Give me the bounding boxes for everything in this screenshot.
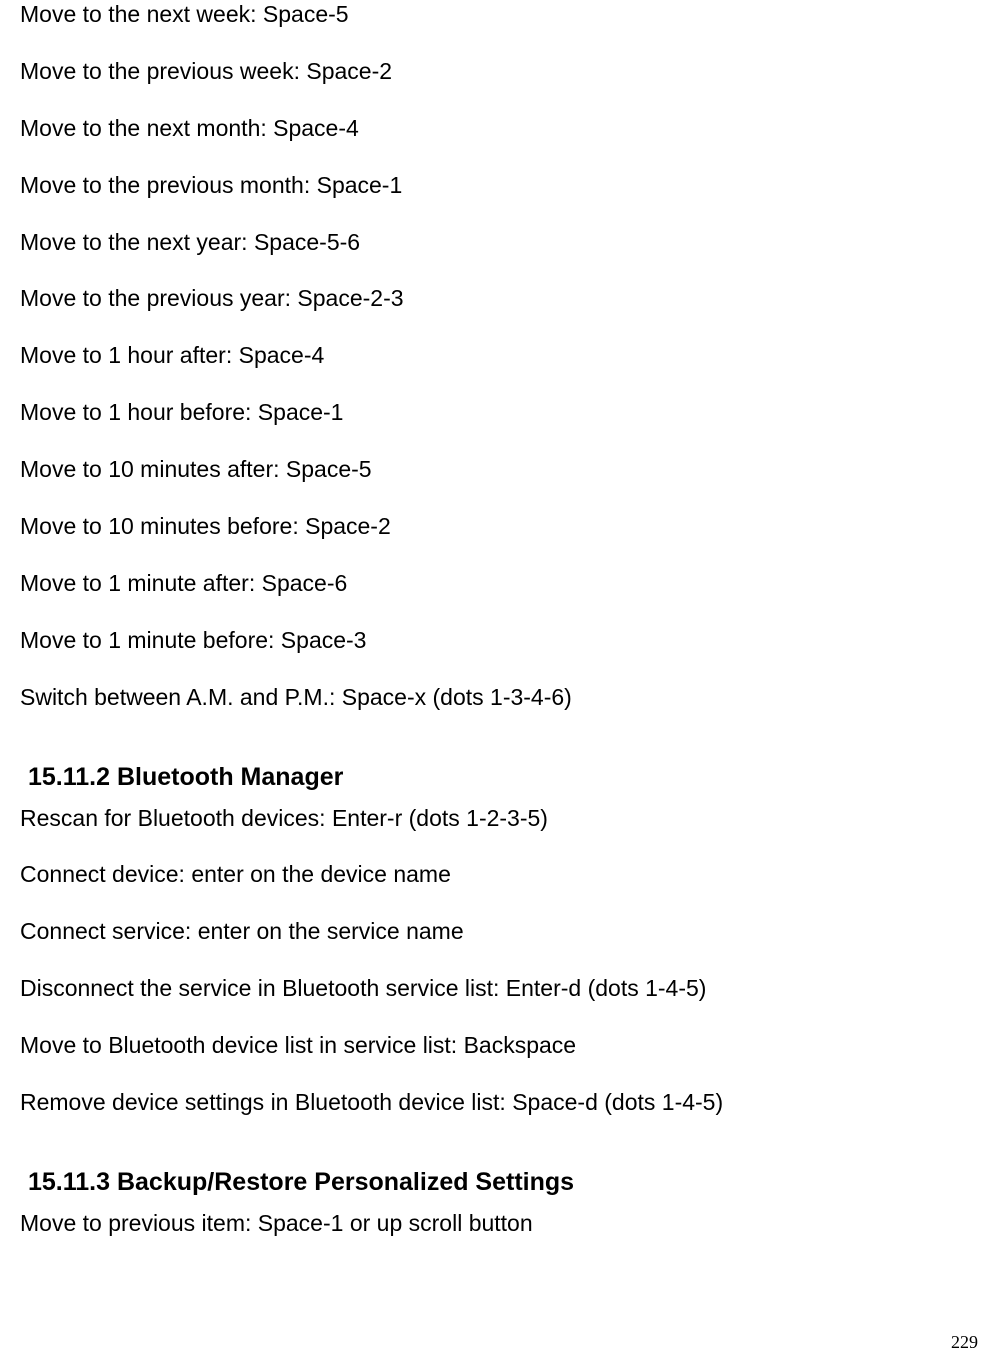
shortcut-line: Connect service: enter on the service na… <box>20 917 978 947</box>
shortcut-line: Move to 10 minutes after: Space-5 <box>20 455 978 485</box>
shortcut-line: Connect device: enter on the device name <box>20 860 978 890</box>
shortcut-line: Move to 1 hour after: Space-4 <box>20 341 978 371</box>
shortcut-line: Move to the next year: Space-5-6 <box>20 228 978 258</box>
shortcut-line: Switch between A.M. and P.M.: Space-x (d… <box>20 683 978 713</box>
section-heading-bluetooth: 15.11.2 Bluetooth Manager <box>28 763 978 792</box>
shortcut-line: Move to the next week: Space-5 <box>20 0 978 30</box>
shortcut-line: Rescan for Bluetooth devices: Enter-r (d… <box>20 804 978 834</box>
shortcut-line: Move to the previous month: Space-1 <box>20 171 978 201</box>
section-heading-backup: 15.11.3 Backup/Restore Personalized Sett… <box>28 1168 978 1197</box>
shortcut-line: Move to the next month: Space-4 <box>20 114 978 144</box>
shortcut-line: Disconnect the service in Bluetooth serv… <box>20 974 978 1004</box>
shortcut-line: Move to 1 minute before: Space-3 <box>20 626 978 656</box>
shortcut-line: Move to the previous week: Space-2 <box>20 57 978 87</box>
shortcut-line: Move to Bluetooth device list in service… <box>20 1031 978 1061</box>
shortcut-line: Move to 10 minutes before: Space-2 <box>20 512 978 542</box>
shortcut-line: Move to 1 minute after: Space-6 <box>20 569 978 599</box>
shortcut-line: Move to 1 hour before: Space-1 <box>20 398 978 428</box>
shortcut-line: Remove device settings in Bluetooth devi… <box>20 1088 978 1118</box>
shortcut-line: Move to the previous year: Space-2-3 <box>20 284 978 314</box>
page-number: 229 <box>951 1332 978 1353</box>
document-body: Move to the next week: Space-5 Move to t… <box>20 0 978 1239</box>
shortcut-line: Move to previous item: Space-1 or up scr… <box>20 1209 978 1239</box>
